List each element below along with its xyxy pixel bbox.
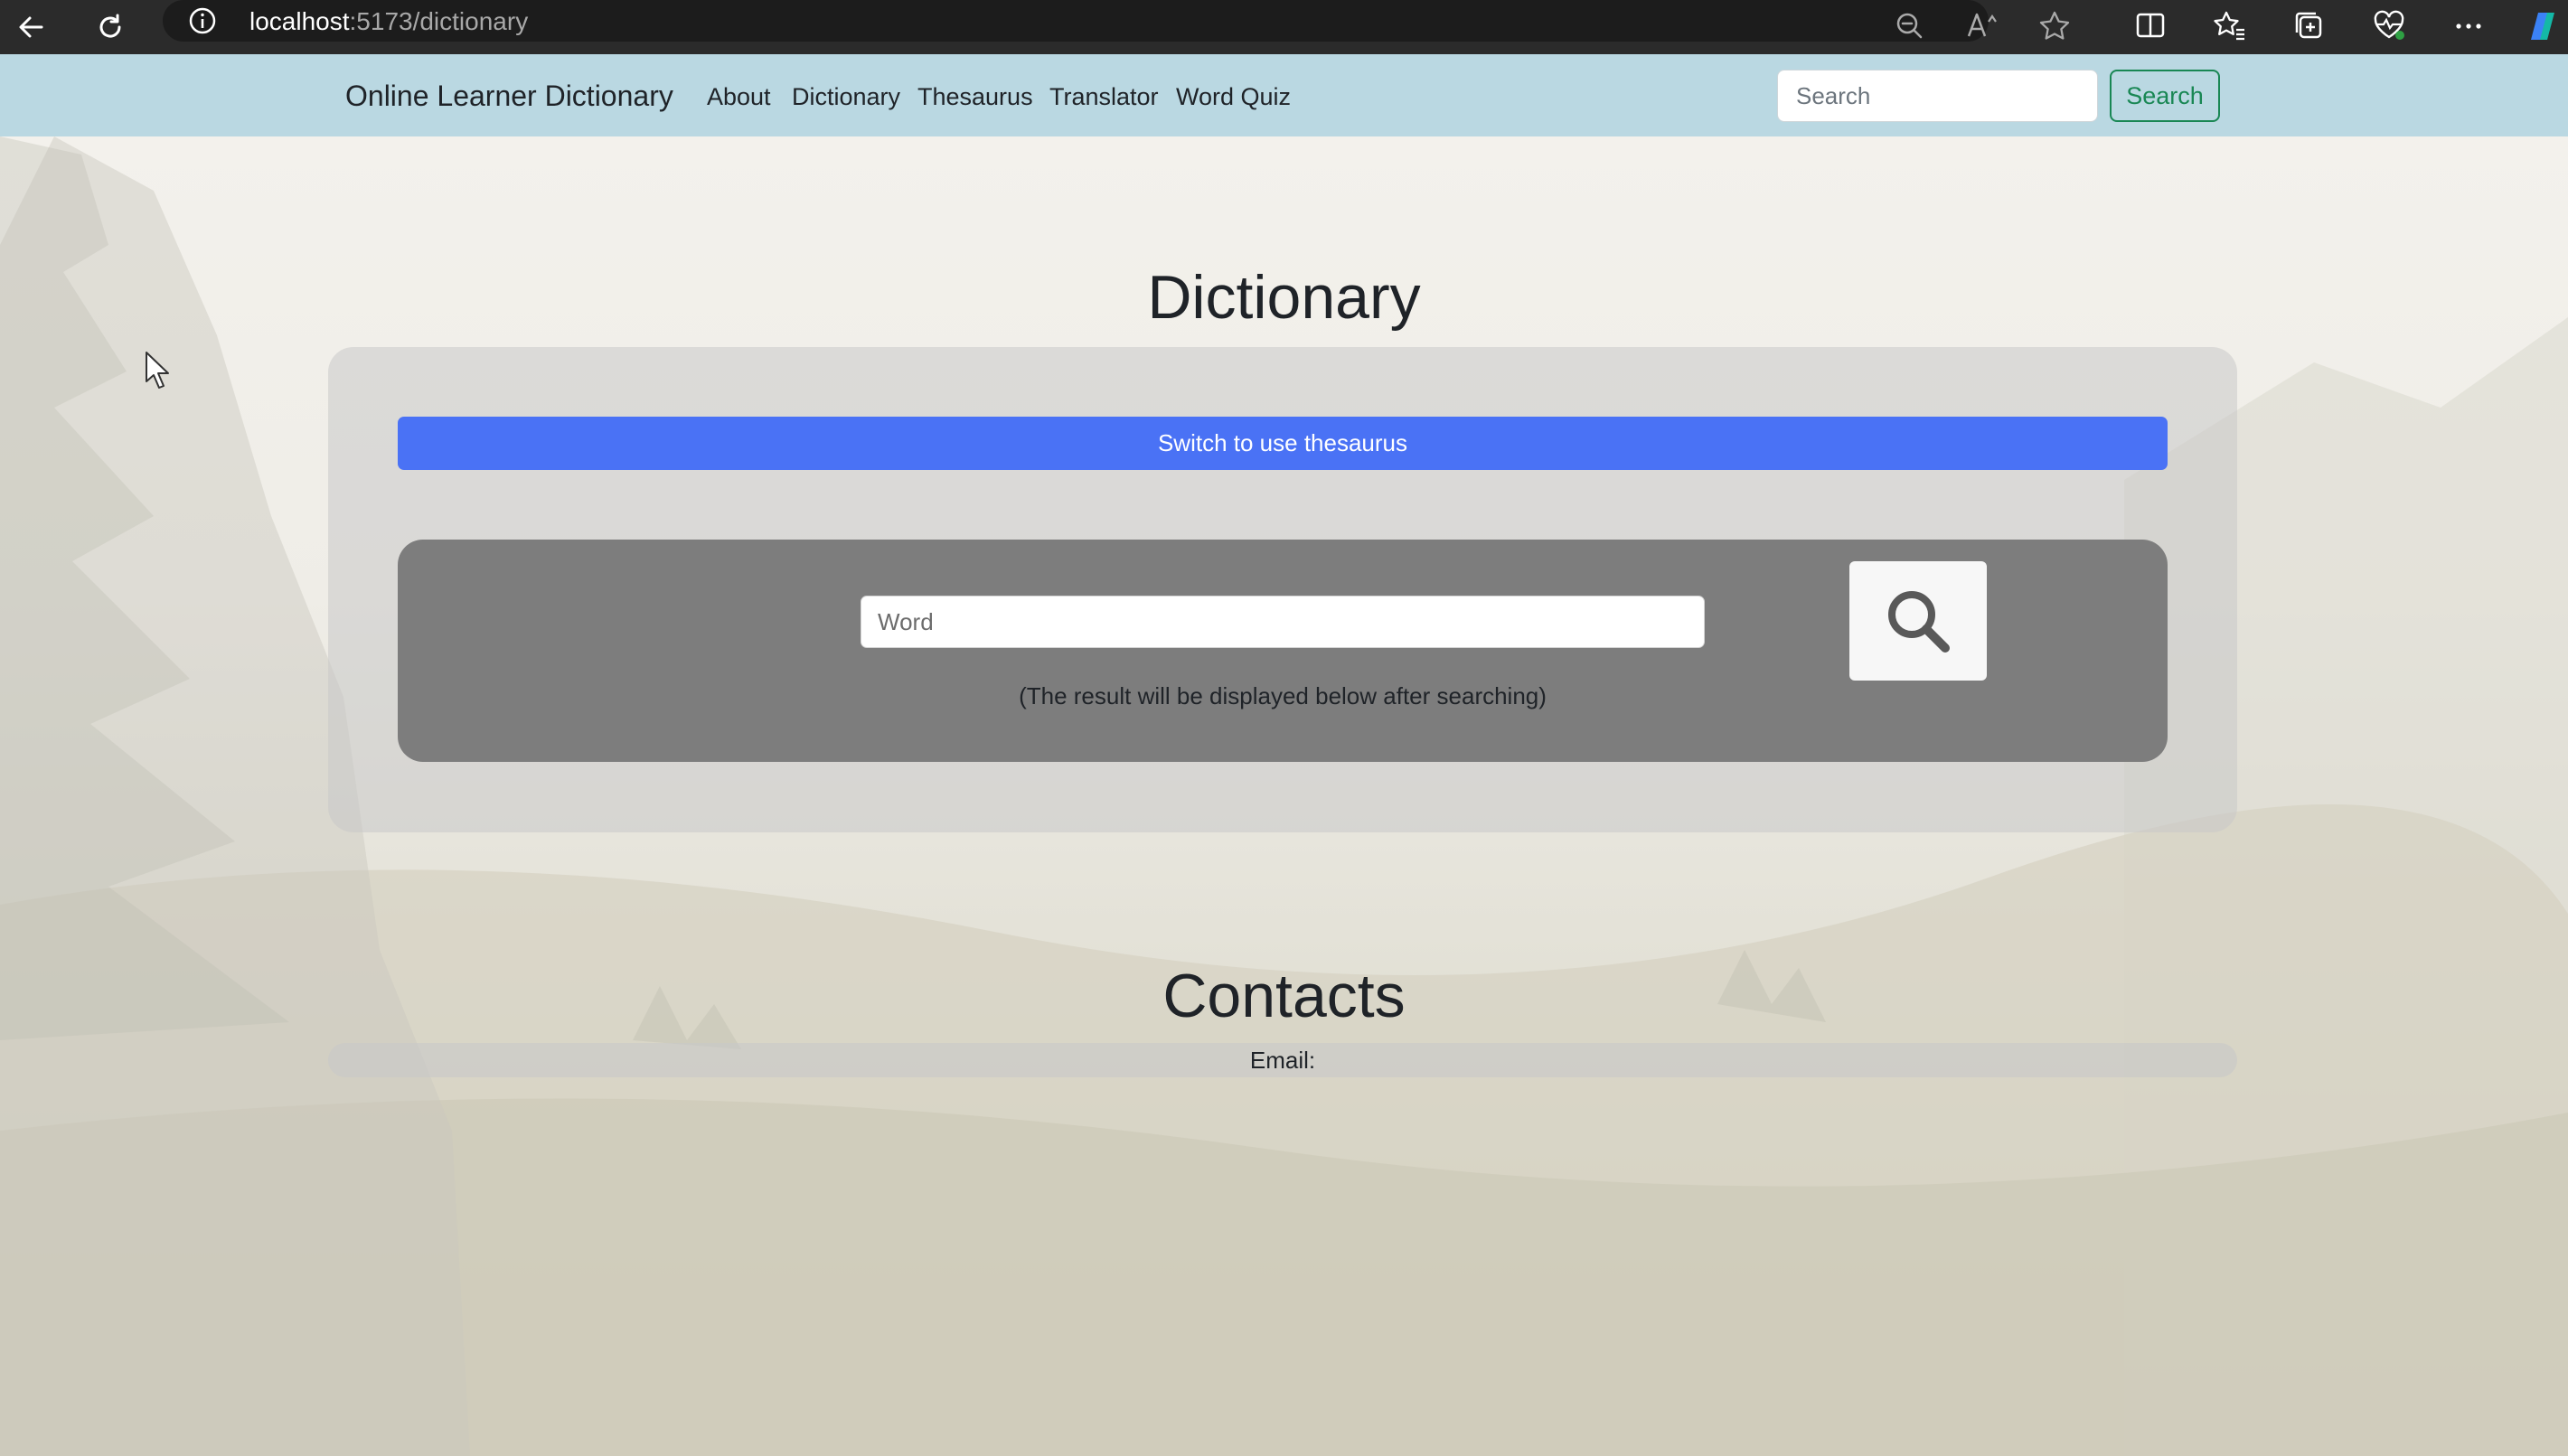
mouse-cursor-icon bbox=[145, 351, 172, 390]
site-navbar: Online Learner Dictionary About Dictiona… bbox=[0, 54, 2568, 136]
word-search-box: (The result will be displayed below afte… bbox=[398, 540, 2168, 762]
nav-thesaurus[interactable]: Thesaurus bbox=[917, 83, 1033, 111]
dictionary-panel: Switch to use thesaurus (The result will… bbox=[328, 347, 2237, 832]
nav-dictionary[interactable]: Dictionary bbox=[792, 83, 900, 111]
url-path: :5173/dictionary bbox=[349, 7, 529, 35]
favorite-star-icon[interactable] bbox=[2034, 5, 2075, 47]
word-search-button[interactable] bbox=[1849, 561, 1987, 681]
health-icon[interactable] bbox=[2368, 5, 2410, 47]
refresh-icon[interactable] bbox=[87, 4, 134, 51]
collections-icon[interactable] bbox=[2289, 5, 2330, 47]
contacts-title: Contacts bbox=[1162, 962, 1406, 1030]
search-icon bbox=[1888, 591, 1950, 653]
switch-to-thesaurus-button[interactable]: Switch to use thesaurus bbox=[398, 417, 2168, 470]
contacts-bar: Email: bbox=[328, 1043, 2237, 1077]
favorites-icon[interactable] bbox=[2209, 5, 2251, 47]
url-host: localhost bbox=[249, 7, 350, 35]
navbar-search-input[interactable] bbox=[1777, 70, 2098, 122]
brand-link[interactable]: Online Learner Dictionary bbox=[345, 80, 673, 113]
browser-toolbar: localhost:5173/dictionary bbox=[0, 0, 2568, 54]
copilot-icon[interactable] bbox=[2520, 5, 2562, 47]
url-text: localhost:5173/dictionary bbox=[249, 7, 528, 36]
nav-word-quiz[interactable]: Word Quiz bbox=[1176, 83, 1291, 111]
split-screen-icon[interactable] bbox=[2130, 5, 2171, 47]
address-bar[interactable]: localhost:5173/dictionary bbox=[163, 0, 1989, 42]
contacts-email-label: Email: bbox=[1249, 1047, 1316, 1074]
page-title: Dictionary bbox=[1147, 263, 1421, 332]
nav-about[interactable]: About bbox=[707, 83, 771, 111]
info-icon[interactable] bbox=[188, 6, 217, 35]
nav-translator[interactable]: Translator bbox=[1049, 83, 1159, 111]
zoom-out-icon[interactable] bbox=[1889, 5, 1931, 47]
navbar-search-button[interactable]: Search bbox=[2110, 70, 2220, 122]
read-aloud-icon[interactable] bbox=[1961, 5, 2003, 47]
result-hint: (The result will be displayed below afte… bbox=[1019, 682, 1547, 709]
more-icon[interactable] bbox=[2448, 5, 2489, 47]
word-input[interactable] bbox=[861, 596, 1705, 648]
back-icon[interactable] bbox=[7, 4, 54, 51]
